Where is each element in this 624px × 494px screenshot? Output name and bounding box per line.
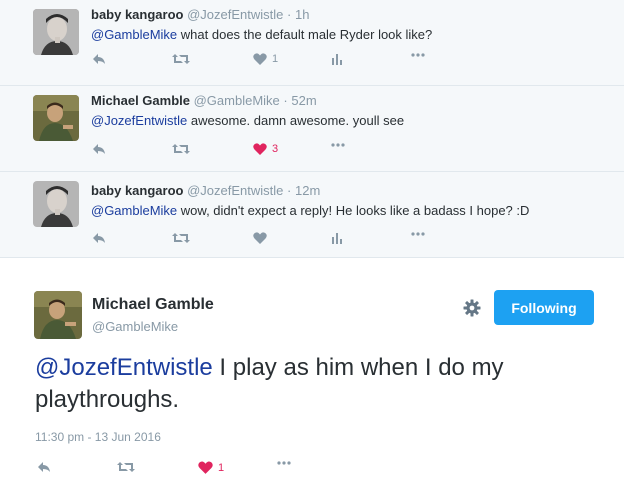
more-button[interactable] xyxy=(411,232,425,236)
main-tweet-actions: 1 xyxy=(0,461,624,481)
main-user-handle[interactable]: @GambleMike xyxy=(92,319,178,334)
avatar[interactable] xyxy=(33,9,79,55)
more-icon xyxy=(411,232,425,236)
reply-tweet-2[interactable]: Michael Gamble @GambleMike · 52m @JozefE… xyxy=(0,86,624,172)
retweet-button[interactable] xyxy=(172,53,190,65)
tweet-body: awesome. damn awesome. youll see xyxy=(187,113,405,128)
tweet-text: @JozefEntwistle awesome. damn awesome. y… xyxy=(91,113,404,128)
reply-icon xyxy=(93,233,105,243)
more-icon xyxy=(277,461,291,465)
following-button[interactable]: Following xyxy=(494,290,594,325)
tweet-body: what does the default male Ryder look li… xyxy=(177,27,433,42)
user-handle[interactable]: @JozefEntwistle xyxy=(187,7,283,22)
retweet-button[interactable] xyxy=(172,143,190,155)
avatar[interactable] xyxy=(33,95,79,141)
tweet-time[interactable]: 1h xyxy=(295,7,309,22)
display-name[interactable]: Michael Gamble xyxy=(91,93,190,108)
user-handle[interactable]: @JozefEntwistle xyxy=(187,183,283,198)
main-avatar[interactable] xyxy=(34,291,82,339)
tweet-time[interactable]: 12m xyxy=(295,183,320,198)
reply-button[interactable] xyxy=(37,461,51,473)
mention-link[interactable]: @GambleMike xyxy=(91,203,177,218)
like-count: 3 xyxy=(272,143,279,155)
retweet-icon xyxy=(172,54,190,64)
retweet-button[interactable] xyxy=(172,232,190,244)
conversation-thread: baby kangaroo @JozefEntwistle · 1h @Gamb… xyxy=(0,0,624,258)
more-icon xyxy=(411,53,425,57)
reply-button[interactable] xyxy=(92,143,106,155)
heart-icon xyxy=(198,461,213,474)
like-count: 1 xyxy=(218,461,225,474)
more-icon xyxy=(331,143,345,147)
main-tweet-text: @JozefEntwistle I play as him when I do … xyxy=(35,352,595,416)
user-handle[interactable]: @GambleMike xyxy=(194,93,280,108)
like-button[interactable]: 1 xyxy=(253,53,278,65)
reply-tweet-3[interactable]: baby kangaroo @JozefEntwistle · 12m @Gam… xyxy=(0,172,624,258)
reply-button[interactable] xyxy=(92,53,106,65)
mention-link[interactable]: @JozefEntwistle xyxy=(35,354,213,381)
tweet-body: wow, didn't expect a reply! He looks lik… xyxy=(177,203,530,218)
more-button[interactable] xyxy=(277,461,291,465)
reply-header: baby kangaroo @JozefEntwistle · 12m xyxy=(91,183,320,198)
heart-icon xyxy=(253,232,267,244)
tweet-actions: 3 xyxy=(0,143,624,163)
tweet-timestamp[interactable]: 11:30 pm - 13 Jun 2016 xyxy=(35,430,161,444)
analytics-icon xyxy=(332,54,342,65)
retweet-icon xyxy=(172,144,190,154)
heart-icon xyxy=(253,53,267,65)
analytics-button[interactable] xyxy=(331,53,343,65)
retweet-icon xyxy=(117,462,135,472)
heart-icon xyxy=(253,143,267,155)
tweet-actions: 1 xyxy=(0,53,624,73)
user-actions-button[interactable] xyxy=(463,299,481,322)
like-button[interactable]: 3 xyxy=(253,143,278,155)
mention-link[interactable]: @JozefEntwistle xyxy=(91,113,187,128)
analytics-icon xyxy=(332,233,342,244)
more-button[interactable] xyxy=(411,53,425,57)
separator-dot: · xyxy=(287,183,292,198)
tweet-actions xyxy=(0,232,624,252)
more-button[interactable] xyxy=(331,143,345,147)
tweet-text: @GambleMike wow, didn't expect a reply! … xyxy=(91,203,529,218)
mention-link[interactable]: @GambleMike xyxy=(91,27,177,42)
reply-header: baby kangaroo @JozefEntwistle · 1h xyxy=(91,7,309,22)
like-button[interactable] xyxy=(253,232,272,244)
reply-icon xyxy=(93,144,105,154)
analytics-button[interactable] xyxy=(331,232,343,244)
main-display-name[interactable]: Michael Gamble xyxy=(92,296,214,314)
tweet-time[interactable]: 52m xyxy=(291,93,316,108)
display-name[interactable]: baby kangaroo xyxy=(91,183,183,198)
reply-header: Michael Gamble @GambleMike · 52m xyxy=(91,93,317,108)
retweet-icon xyxy=(172,233,190,243)
like-button[interactable]: 1 xyxy=(198,461,224,474)
reply-icon xyxy=(93,54,105,64)
tweet-text: @GambleMike what does the default male R… xyxy=(91,27,432,42)
separator-dot: · xyxy=(283,93,288,108)
like-count: 1 xyxy=(272,53,279,65)
separator-dot: · xyxy=(287,7,292,22)
reply-icon xyxy=(38,462,50,472)
reply-tweet-1[interactable]: baby kangaroo @JozefEntwistle · 1h @Gamb… xyxy=(0,0,624,86)
avatar[interactable] xyxy=(33,181,79,227)
display-name[interactable]: baby kangaroo xyxy=(91,7,183,22)
reply-button[interactable] xyxy=(92,232,106,244)
gear-icon xyxy=(463,299,481,317)
retweet-button[interactable] xyxy=(117,461,135,473)
